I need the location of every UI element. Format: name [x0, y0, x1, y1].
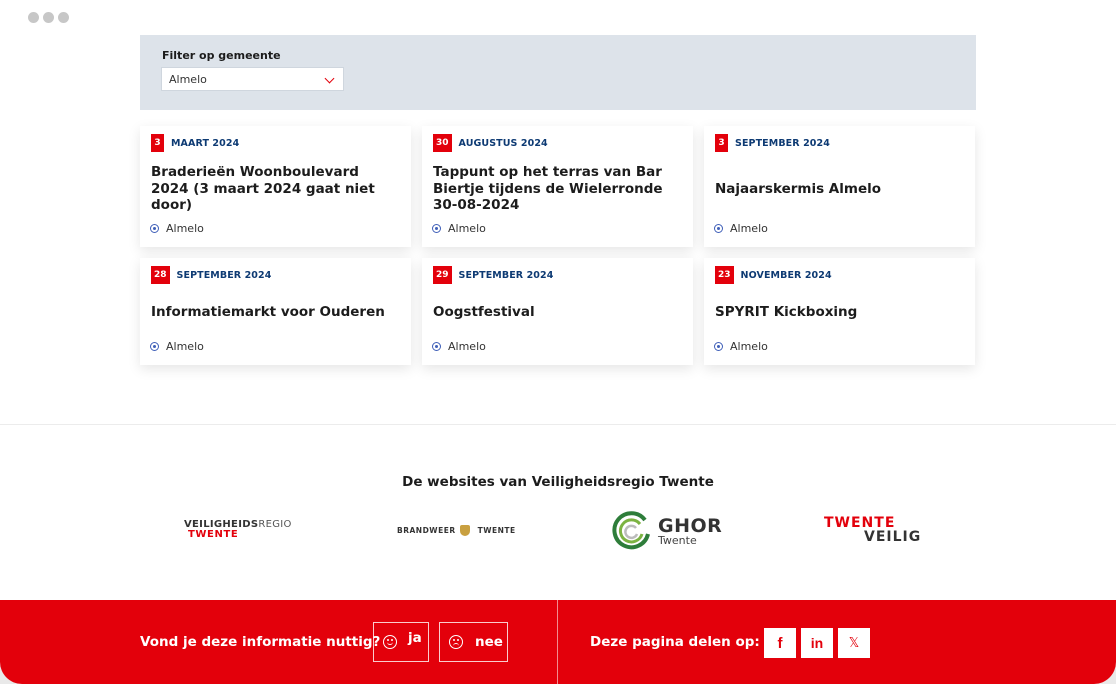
window-dot-minimize[interactable] [43, 12, 54, 23]
event-date: 3 MAART 2024 [151, 134, 239, 152]
event-date: 23 NOVEMBER 2024 [715, 266, 832, 284]
feedback-yes-label: ja [408, 630, 422, 646]
twente-veilig-line1: TWENTE [824, 515, 896, 531]
event-location-label: Almelo [448, 222, 486, 235]
filter-label: Filter op gemeente [162, 49, 281, 62]
brandweer-emblem-icon [459, 525, 470, 536]
section-divider [0, 424, 1116, 425]
event-location: Almelo [714, 340, 768, 353]
event-location: Almelo [432, 340, 486, 353]
smile-icon [383, 635, 397, 649]
event-card[interactable]: 3 MAART 2024 Braderieën Woonboulevard 20… [140, 126, 411, 247]
municipality-select-value: Almelo [169, 73, 207, 86]
ghor-twente-logo[interactable]: GHOR Twente [610, 510, 722, 552]
event-date: 28 SEPTEMBER 2024 [151, 266, 271, 284]
event-title[interactable]: SPYRIT Kickboxing [715, 304, 857, 321]
event-month: NOVEMBER 2024 [740, 269, 832, 281]
feedback-question: Vond je deze informatie nuttig? [140, 634, 381, 650]
event-card[interactable]: 28 SEPTEMBER 2024 Informatiemarkt voor O… [140, 258, 411, 365]
brandweer-logo-right: TWENTE [477, 526, 516, 535]
event-date: 30 AUGUSTUS 2024 [433, 134, 548, 152]
event-location: Almelo [150, 222, 204, 235]
x-icon: 𝕏 [848, 635, 860, 651]
event-month: SEPTEMBER 2024 [735, 137, 830, 149]
event-location-label: Almelo [448, 340, 486, 353]
ghor-ring-icon [612, 511, 650, 550]
event-title[interactable]: Najaarskermis Almelo [715, 181, 881, 198]
footer-bar: Vond je deze informatie nuttig? ja nee D… [0, 600, 1116, 684]
share-linkedin-button[interactable]: in [801, 628, 833, 658]
location-pin-icon [150, 224, 159, 233]
feedback-no-button[interactable]: nee [439, 622, 508, 662]
event-title[interactable]: Tappunt op het terras van Bar Biertje ti… [433, 164, 683, 214]
filter-panel: Filter op gemeente Almelo [140, 35, 976, 110]
share-facebook-button[interactable]: f [764, 628, 796, 658]
location-pin-icon [150, 342, 159, 351]
footer-divider [557, 600, 558, 684]
event-title[interactable]: Informatiemarkt voor Ouderen [151, 304, 385, 321]
event-day: 3 [151, 134, 164, 152]
location-pin-icon [714, 224, 723, 233]
event-day: 3 [715, 134, 728, 152]
location-pin-icon [432, 342, 441, 351]
event-date: 29 SEPTEMBER 2024 [433, 266, 553, 284]
event-card[interactable]: 29 SEPTEMBER 2024 Oogstfestival Almelo [422, 258, 693, 365]
event-day: 30 [433, 134, 452, 152]
linkedin-icon: in [810, 635, 824, 651]
event-location-label: Almelo [730, 222, 768, 235]
feedback-yes-button[interactable]: ja [373, 622, 429, 662]
event-month: AUGUSTUS 2024 [458, 137, 548, 149]
share-label: Deze pagina delen op: [590, 634, 760, 650]
municipality-select[interactable]: Almelo [161, 67, 344, 91]
event-location-label: Almelo [166, 222, 204, 235]
window-controls [28, 12, 69, 23]
event-month: SEPTEMBER 2024 [176, 269, 272, 281]
share-x-button[interactable]: 𝕏 [838, 628, 870, 658]
event-card[interactable]: 30 AUGUSTUS 2024 Tappunt op het terras v… [422, 126, 693, 247]
location-pin-icon [432, 224, 441, 233]
frown-icon [449, 635, 463, 649]
event-card[interactable]: 3 SEPTEMBER 2024 Najaarskermis Almelo Al… [704, 126, 975, 247]
ghor-logo-name: GHOR [658, 514, 723, 537]
event-month: SEPTEMBER 2024 [458, 269, 554, 281]
feedback-no-label: nee [475, 634, 503, 650]
event-card[interactable]: 23 NOVEMBER 2024 SPYRIT Kickboxing Almel… [704, 258, 975, 365]
twente-veilig-logo[interactable]: TWENTE VEILIG [824, 516, 921, 544]
chevron-down-icon [324, 73, 335, 84]
veiligheidsregio-logo-line2: TWENTE [188, 529, 239, 540]
event-title[interactable]: Oogstfestival [433, 304, 535, 321]
event-location: Almelo [714, 222, 768, 235]
event-grid: 3 MAART 2024 Braderieën Woonboulevard 20… [140, 126, 976, 365]
event-title[interactable]: Braderieën Woonboulevard 2024 (3 maart 2… [151, 164, 401, 214]
brandweer-logo-left: BRANDWEER [397, 526, 456, 535]
veiligheidsregio-twente-logo[interactable]: VEILIGHEIDSREGIO TWENTE [184, 520, 292, 540]
event-date: 3 SEPTEMBER 2024 [715, 134, 830, 152]
twente-veilig-line2: VEILIG [864, 529, 922, 545]
event-location: Almelo [432, 222, 486, 235]
brandweer-twente-logo[interactable]: BRANDWEER TWENTE [397, 525, 516, 536]
window-dot-close[interactable] [28, 12, 39, 23]
location-pin-icon [714, 342, 723, 351]
event-day: 29 [433, 266, 452, 284]
event-day: 23 [715, 266, 734, 284]
event-location-label: Almelo [730, 340, 768, 353]
event-month: MAART 2024 [171, 137, 240, 149]
event-location: Almelo [150, 340, 204, 353]
websites-heading: De websites van Veiligheidsregio Twente [402, 474, 714, 490]
event-location-label: Almelo [166, 340, 204, 353]
window-dot-maximize[interactable] [58, 12, 69, 23]
event-day: 28 [151, 266, 170, 284]
browser-window: Filter op gemeente Almelo 3 MAART 2024 B… [0, 0, 1116, 684]
facebook-icon: f [777, 634, 783, 652]
veiligheidsregio-logo-light: REGIO [258, 519, 292, 530]
